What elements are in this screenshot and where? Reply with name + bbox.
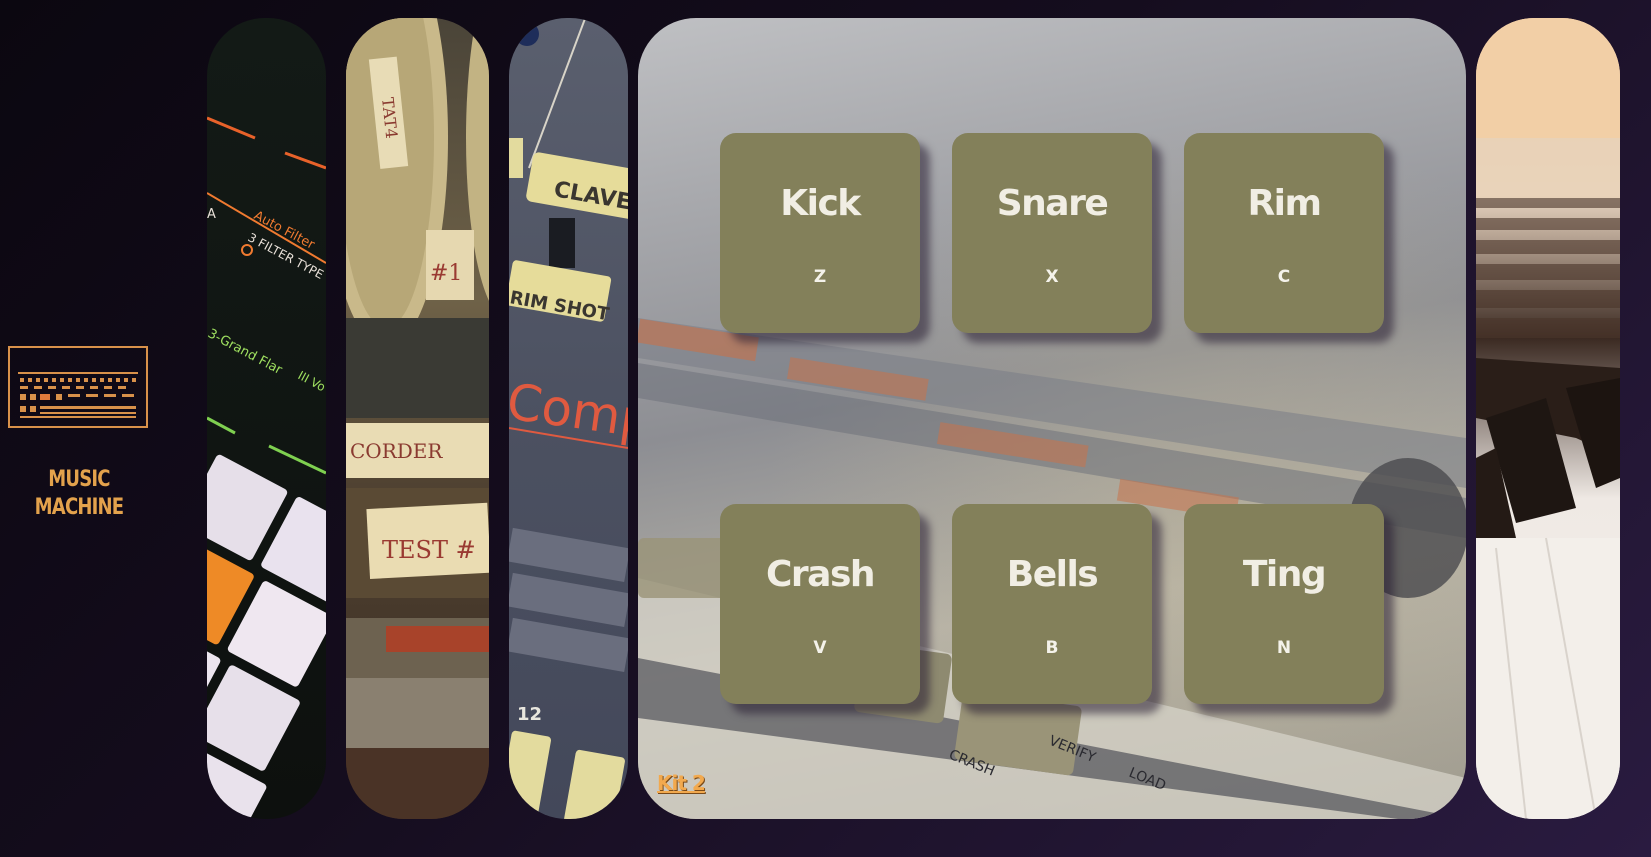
brand-title: MUSIC MACHINE <box>14 466 144 522</box>
drum-machine-icon <box>8 346 148 428</box>
kit-toggle-link[interactable]: Kit 2 <box>657 771 706 795</box>
panel2-label-corder: CORDER <box>350 439 443 463</box>
launchpad-controller-photo: A Auto Filter 3 FILTER TYPE 3-Grand Flar… <box>207 116 326 819</box>
panel1-label-grand: 3-Grand Flar <box>207 326 285 378</box>
brand-title-line1: MUSIC <box>48 467 110 492</box>
drum-machine-closeup-photo: CLAVES RIM SHOT Comp 12 <box>509 18 628 819</box>
pad-ting[interactable]: Ting N <box>1184 504 1384 704</box>
pad-key: C <box>1277 267 1291 287</box>
piano-keys-photo <box>1476 18 1620 819</box>
pad-crash[interactable]: Crash V <box>720 504 920 704</box>
piano-panel[interactable] <box>1476 18 1620 819</box>
pad-name: Ting <box>1242 554 1327 595</box>
brand-title-line2: MACHINE <box>34 495 124 520</box>
pad-bells[interactable]: Bells B <box>952 504 1152 704</box>
pad-name: Snare <box>996 183 1109 224</box>
pad-name: Bells <box>1006 554 1099 595</box>
launchpad-panel[interactable]: A Auto Filter 3 FILTER TYPE 3-Grand Flar… <box>207 18 326 819</box>
panel3-label-12: 12 <box>517 704 542 725</box>
panel1-label-vo: III Vo <box>296 368 326 394</box>
pad-key: Z <box>813 267 827 287</box>
pad-rim[interactable]: Rim C <box>1184 133 1384 333</box>
drum-machine-closeup-panel[interactable]: CLAVES RIM SHOT Comp 12 <box>509 18 628 819</box>
pad-name: Rim <box>1247 183 1322 224</box>
panel2-label-test: TEST # <box>382 536 476 564</box>
pad-key: X <box>1045 267 1059 287</box>
pad-key: B <box>1045 638 1059 658</box>
pad-key: N <box>1276 638 1292 658</box>
pad-kick[interactable]: Kick Z <box>720 133 920 333</box>
pad-key: V <box>813 638 827 658</box>
pad-name: Kick <box>780 183 861 224</box>
reel-to-reel-tape-recorder-photo: TAT4 #1 CORDER TEST # <box>346 18 489 819</box>
panel1-label-a: A <box>207 207 216 222</box>
panel2-label-1: #1 <box>430 261 462 286</box>
pad-name: Crash <box>765 554 876 595</box>
tape-recorder-panel[interactable]: TAT4 #1 CORDER TEST # <box>346 18 489 819</box>
pad-snare[interactable]: Snare X <box>952 133 1152 333</box>
